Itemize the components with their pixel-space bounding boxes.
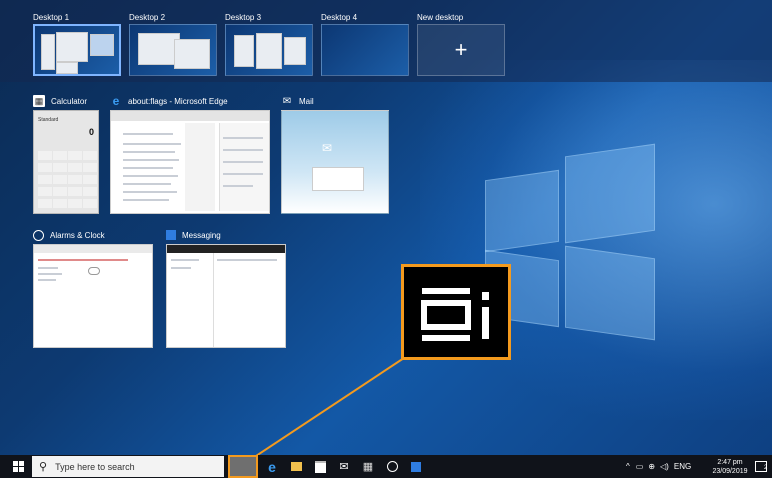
battery-icon[interactable]: ▭	[636, 462, 644, 471]
mail-icon: ✉	[339, 461, 349, 473]
notification-count: 2	[764, 465, 768, 471]
desktop-background: Desktop 1 Desktop 2 Desktop 3 Desktop 4 …	[0, 0, 772, 478]
search-icon: ⚲	[39, 461, 48, 473]
volume-icon[interactable]: ◁)	[660, 462, 669, 471]
system-tray: ^ ▭ ⊕ ◁) ENG	[626, 455, 710, 478]
calculator-icon: ▦	[362, 461, 374, 473]
windows-start-icon	[12, 461, 24, 472]
action-center-button[interactable]: 2	[752, 455, 770, 478]
task-view-callout	[401, 264, 511, 360]
start-button[interactable]	[8, 455, 28, 478]
store-taskbar-button[interactable]	[310, 455, 330, 478]
search-placeholder: Type here to search	[55, 461, 135, 472]
network-icon[interactable]: ⊕	[648, 462, 655, 471]
clock-time: 2:47 pm	[717, 458, 743, 466]
edge-icon: e	[268, 458, 276, 475]
edge-taskbar-button[interactable]: e	[262, 455, 282, 478]
file-explorer-taskbar-button[interactable]	[286, 455, 306, 478]
clock-taskbar-button[interactable]	[382, 455, 402, 478]
search-box[interactable]: ⚲ Type here to search	[32, 456, 224, 477]
file-explorer-icon	[290, 462, 302, 471]
mail-taskbar-button[interactable]: ✉	[334, 455, 354, 478]
clock-icon	[386, 461, 398, 472]
messaging-taskbar-button[interactable]	[406, 455, 426, 478]
clock-date: 23/09/2019	[712, 467, 748, 475]
task-view-button[interactable]	[228, 455, 258, 478]
chevron-up-icon[interactable]: ^	[626, 462, 630, 471]
callout-connector	[249, 357, 405, 461]
messaging-icon	[411, 461, 421, 472]
language-indicator[interactable]: ENG	[674, 462, 691, 471]
taskbar: ⚲ Type here to search e ✉ ▦ ^ ▭ ⊕ ◁) ENG…	[0, 455, 772, 478]
task-view-icon	[421, 288, 489, 341]
calculator-taskbar-button[interactable]: ▦	[358, 455, 378, 478]
store-icon	[314, 460, 326, 473]
clock-display[interactable]: 2:47 pm 23/09/2019	[710, 455, 750, 478]
